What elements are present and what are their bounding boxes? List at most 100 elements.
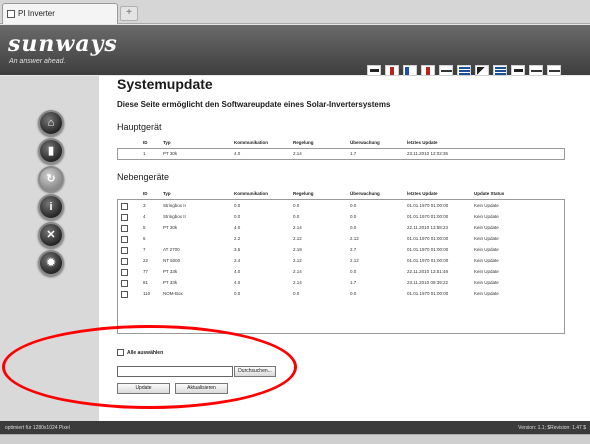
language-flag-icon[interactable]: [367, 65, 381, 76]
home-icon[interactable]: ⌂: [38, 110, 64, 136]
language-flag-icon[interactable]: [421, 65, 435, 76]
table-row: 6 2.2 2.12 2.12 01.01.1970 01:00:00 Kein…: [117, 234, 565, 244]
column-header: Regelung: [293, 140, 314, 145]
cell-typ: NOM-Box: [163, 291, 183, 296]
cell-ueb: 2.12: [350, 236, 359, 241]
app-header: sunways An answer ahead.: [0, 25, 590, 76]
cell-komm: 0.0: [234, 214, 241, 219]
column-header: Kommunikation: [234, 191, 269, 196]
cell-komm: 4.0: [234, 280, 241, 285]
table-row: 77 PT 33k 4.0 2.14 0.0 22.11.2010 13:51:…: [117, 267, 565, 277]
cell-reg: 0.0: [293, 291, 300, 296]
hauptgeraet-header: ID Typ Kommunikation Regelung Überwachun…: [117, 138, 565, 148]
cell-id: 77: [143, 269, 149, 274]
page-icon: [7, 10, 15, 18]
column-header: ID: [143, 191, 148, 196]
cell-status: Kein Update: [474, 291, 499, 296]
logo: sunways: [8, 31, 118, 57]
cell-status: Kein Update: [474, 225, 499, 230]
browser-tab[interactable]: PI Inverter: [2, 3, 118, 24]
cell-komm: 0.0: [234, 291, 241, 296]
table-row: 1 PT 30k 4.0 2.14 1.7 23.11.2010 12:02:3…: [117, 149, 565, 159]
info-icon[interactable]: i: [38, 194, 64, 220]
row-checkbox[interactable]: [121, 258, 128, 265]
language-flag-icon[interactable]: [529, 65, 543, 76]
settings-icon[interactable]: ✹: [38, 250, 64, 276]
column-header: letztes Update: [407, 191, 438, 196]
language-flag-icon[interactable]: [511, 65, 525, 76]
cell-id: 110: [143, 291, 151, 296]
column-header: ID: [143, 140, 148, 145]
column-header: Typ: [163, 140, 171, 145]
cell-typ: PT 33k: [163, 280, 178, 285]
cell-komm: 0.0: [234, 203, 241, 208]
tagline: An answer ahead.: [9, 58, 66, 65]
cell-id: 81: [143, 280, 149, 285]
cell-upd: 01.01.1970 01:00:00: [407, 203, 449, 208]
language-flag-icon[interactable]: [403, 65, 417, 76]
new-tab-button[interactable]: +: [120, 6, 138, 21]
row-checkbox[interactable]: [121, 225, 128, 232]
cell-id: 7: [143, 247, 146, 252]
cell-komm: 4.0: [234, 269, 241, 274]
column-header: Kommunikation: [234, 140, 269, 145]
cell-upd: 23.11.2010 12:02:36: [407, 151, 448, 156]
table-row: 22 NT 5000 2.4 2.12 2.12 01.01.1970 01:0…: [117, 256, 565, 266]
cell-typ: PT 33k: [163, 269, 178, 274]
column-header: Update Status: [474, 191, 505, 196]
annotation-ellipse: [2, 325, 297, 409]
row-checkbox[interactable]: [121, 214, 128, 221]
cell-komm: 4.0: [234, 225, 241, 230]
column-header: Überwachung: [350, 191, 380, 196]
cell-upd: 22.11.2010 13:58:23: [407, 225, 448, 230]
cell-reg: 2.14: [293, 225, 302, 230]
row-checkbox[interactable]: [121, 247, 128, 254]
column-header: Überwachung: [350, 140, 380, 145]
nebengeraete-table: 3 Stringbox II 0.0 0.0 0.0 01.01.1970 01…: [117, 199, 565, 334]
cell-ueb: 0.0: [350, 225, 357, 230]
cell-reg: 2.14: [293, 269, 302, 274]
cell-ueb: 2.7: [350, 247, 357, 252]
page-subtitle: Diese Seite ermöglicht den Softwareupdat…: [117, 100, 391, 109]
cell-id: 22: [143, 258, 149, 263]
row-checkbox[interactable]: [121, 291, 128, 298]
cell-id: 3: [143, 203, 146, 208]
cell-reg: 2.14: [293, 280, 302, 285]
update-icon[interactable]: ↻: [38, 166, 64, 192]
cell-ueb: 0.0: [350, 291, 357, 296]
language-flag-icon[interactable]: [493, 65, 507, 76]
language-flag-icon[interactable]: [439, 65, 453, 76]
language-flag-icon[interactable]: [385, 65, 399, 76]
row-checkbox[interactable]: [121, 280, 128, 287]
cell-typ: PT 30k: [163, 151, 178, 156]
table-row: 5 PT 30k 4.0 2.14 0.0 22.11.2010 13:58:2…: [117, 223, 565, 233]
cell-status: Kein Update: [474, 280, 499, 285]
cell-status: Kein Update: [474, 269, 499, 274]
cell-reg: 2.12: [293, 236, 302, 241]
cell-upd: 23.11.2010 09:39:22: [407, 280, 448, 285]
row-checkbox[interactable]: [121, 236, 128, 243]
language-flag-icon[interactable]: [547, 65, 561, 76]
cell-ueb: 2.12: [350, 258, 359, 263]
row-checkbox[interactable]: [121, 269, 128, 276]
table-row: 81 PT 33k 4.0 2.14 1.7 23.11.2010 09:39:…: [117, 278, 565, 288]
tools-icon[interactable]: ✕: [38, 222, 64, 248]
cell-status: Kein Update: [474, 258, 499, 263]
cell-ueb: 1.7: [350, 151, 357, 156]
language-flag-icon[interactable]: [475, 65, 489, 76]
footer: optimiert für 1280x1024 Pixel Version: 1…: [0, 421, 590, 434]
cell-komm: 3.5: [234, 247, 241, 252]
cell-id: 1: [143, 151, 146, 156]
cell-typ: NT 5000: [163, 258, 181, 263]
cell-typ: AT 2700: [163, 247, 180, 252]
cell-upd: 01.01.1970 01:00:00: [407, 291, 449, 296]
cell-id: 5: [143, 225, 146, 230]
column-header: Regelung: [293, 191, 314, 196]
cell-status: Kein Update: [474, 247, 499, 252]
cell-upd: 01.01.1970 01:00:00: [407, 247, 449, 252]
language-flag-icon[interactable]: [457, 65, 471, 76]
cell-reg: 2.14: [293, 151, 302, 156]
cell-upd: 01.01.1970 01:00:00: [407, 236, 449, 241]
row-checkbox[interactable]: [121, 203, 128, 210]
device-icon[interactable]: ▮: [38, 138, 64, 164]
